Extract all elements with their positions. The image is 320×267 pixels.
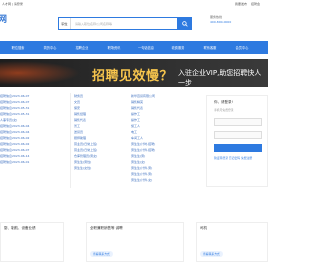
login-panel: 你，请登录! 手机号免费登录 验证码登录 忘记密码 免费注册: [206, 95, 268, 187]
job-list-a: 财务员 文员 保安 销售经理 销售代表 普工 送货员 厨师助理 营业员(日常上班…: [74, 93, 97, 171]
divider: [70, 93, 71, 188]
list-item[interactable]: 男生生(计件,女): [131, 177, 155, 183]
nav-item-companies[interactable]: 招聘企业: [68, 45, 96, 50]
phone-field[interactable]: [214, 118, 262, 126]
job-card-title: 全职兼职销售等 诚聘: [90, 226, 123, 230]
login-button[interactable]: [214, 144, 262, 152]
main-nav: 职位搜索 简历中心 招聘企业 职场资讯 一句话信息 收费服务 联系客服 会员中心: [0, 41, 268, 54]
contact-tag[interactable]: 查看联系方式: [200, 251, 223, 257]
nav-item-resumes[interactable]: 简历中心: [36, 45, 64, 50]
nav-item-paid[interactable]: 收费服务: [164, 45, 192, 50]
topbar-left[interactable]: 人才网 | 请登录: [2, 2, 23, 6]
nav-item-member[interactable]: 会员中心: [228, 45, 256, 50]
job-card-title: 司机: [200, 226, 207, 230]
banner-headline: 招聘见效慢？: [92, 69, 174, 84]
nav-item-contact[interactable]: 联系客服: [196, 45, 224, 50]
recent-list: 招聘信息2023-06-07 招聘信息2023-06-07 招聘信息2023-0…: [0, 93, 29, 165]
login-links[interactable]: 验证码登录 忘记密码 免费注册: [214, 156, 260, 160]
promo-banner[interactable]: 招聘见效慢？ 入驻企业VIP,助您招聘快人一步: [0, 59, 268, 87]
job-card-title: 厨、制航、设备业绩: [4, 226, 36, 230]
search-button[interactable]: [178, 17, 192, 30]
list-item[interactable]: 男生生(女性): [74, 165, 97, 171]
login-title: 你，请登录!: [214, 100, 233, 104]
topbar-link-fair[interactable]: 招聘会: [251, 2, 260, 6]
banner-subtext: 入驻企业VIP,助您招聘快人一步: [178, 69, 262, 87]
job-card[interactable]: 司机 查看联系方式: [196, 222, 268, 262]
banner-glow: [0, 59, 90, 87]
contact-tag[interactable]: 查看联系方式: [90, 251, 113, 257]
search-category-select[interactable]: 职位: [59, 18, 71, 29]
job-card[interactable]: 全职兼职销售等 诚聘 查看联系方式: [86, 222, 184, 262]
code-field[interactable]: [214, 131, 262, 139]
nav-item-oneline[interactable]: 一句话信息: [132, 45, 160, 50]
nav-item-news[interactable]: 职场资讯: [100, 45, 128, 50]
job-card[interactable]: 厨、制航、设备业绩: [0, 222, 64, 262]
topbar-right: 我要发布 招聘会: [235, 2, 260, 6]
hotline-block: 服务热线 400-800-0000: [210, 15, 231, 25]
nav-item-jobs[interactable]: 职位搜索: [4, 45, 32, 50]
topbar-link-post[interactable]: 我要发布: [235, 2, 247, 6]
search-input[interactable]: 请输入职位名称/公司名称等: [71, 22, 177, 26]
login-hint: 手机号免费登录: [214, 108, 234, 112]
search-icon: [182, 20, 188, 27]
featured-cards: 厨、制航、设备业绩 全职兼职销售等 诚聘 查看联系方式 司机 查看联系方式: [0, 222, 268, 267]
list-item[interactable]: 招聘信息2023-06-01: [0, 159, 29, 165]
top-bar: 人才网 | 请登录 我要发布 招聘会: [0, 0, 268, 7]
hotline-number: 400-800-0000: [210, 20, 232, 24]
job-list-b: 新华百货有限公司 销售精英 销售代表 操作工 操作工 施工人 电工 车间工人 男…: [131, 93, 155, 183]
search-box[interactable]: 职位 请输入职位名称/公司名称等: [58, 17, 178, 30]
site-logo[interactable]: 网: [0, 12, 7, 25]
